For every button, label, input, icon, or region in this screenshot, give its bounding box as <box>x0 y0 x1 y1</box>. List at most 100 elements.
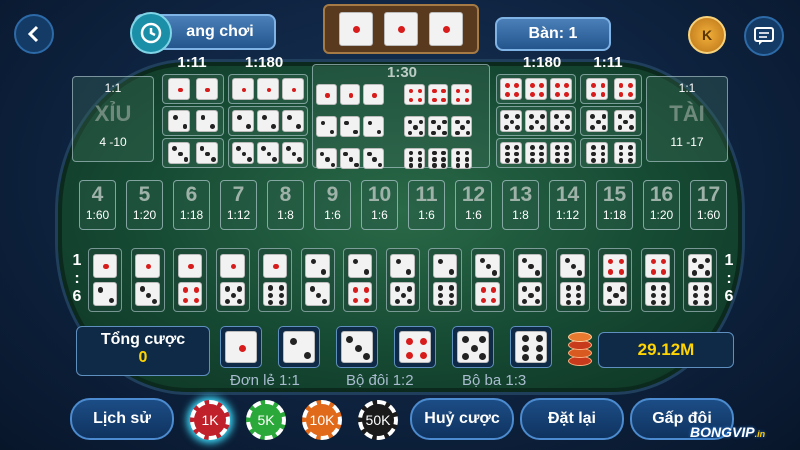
single-bet-2[interactable] <box>278 326 320 368</box>
chat-button[interactable] <box>744 16 784 56</box>
total-bet-11[interactable]: 11 1:6 <box>408 180 445 230</box>
chip-50k[interactable]: 50K <box>358 400 398 440</box>
triple-bet-3[interactable] <box>228 138 308 168</box>
result-dice-panel <box>323 4 479 54</box>
pair-bet-1[interactable] <box>162 74 224 104</box>
odds-triple-right: 1:180 <box>522 54 562 71</box>
die-face-4 <box>404 84 425 105</box>
combination-bet-2-4[interactable] <box>343 248 377 312</box>
odds-pair-right: 1:11 <box>593 54 623 71</box>
tai-label: TÀI <box>669 101 705 126</box>
pair-bet-4[interactable] <box>580 74 642 104</box>
chip-10k[interactable]: 10K <box>302 400 342 440</box>
total-bet-5[interactable]: 5 1:20 <box>126 180 163 230</box>
die-face-2 <box>282 330 316 364</box>
total-bet-17[interactable]: 17 1:60 <box>690 180 727 230</box>
chip-1k[interactable]: 1K <box>190 400 230 440</box>
any-triple-row <box>316 116 385 137</box>
total-bet-10[interactable]: 10 1:6 <box>361 180 398 230</box>
coin-k-icon[interactable]: K <box>688 16 726 54</box>
reset-button[interactable]: Đặt lại <box>520 398 624 440</box>
combination-bet-1-3[interactable] <box>130 248 165 312</box>
die-face-2 <box>282 110 304 132</box>
die-face-4 <box>451 84 473 105</box>
total-bet-7[interactable]: 7 1:12 <box>220 180 257 230</box>
chip-label: 1K <box>201 412 219 428</box>
combination-bet-1-6[interactable] <box>258 248 292 312</box>
combination-bet-3-4[interactable] <box>470 248 505 312</box>
die-face-4 <box>613 78 636 100</box>
pair-bet-6[interactable] <box>580 138 642 168</box>
combination-bet-1-5[interactable] <box>215 248 250 312</box>
die-face-2 <box>363 116 385 137</box>
die-face-3 <box>135 282 160 307</box>
total-bet-8[interactable]: 8 1:8 <box>267 180 304 230</box>
die-face-1 <box>257 78 279 100</box>
combination-bet-5-6[interactable] <box>683 248 717 312</box>
combination-bet-2-5[interactable] <box>385 248 420 312</box>
xiu-bet-area[interactable]: 1:1 XỈU 4 -10 <box>72 76 154 162</box>
single-bet-4[interactable] <box>394 326 436 368</box>
chip-5k[interactable]: 5K <box>246 400 286 440</box>
combination-bet-4-5[interactable] <box>598 248 632 312</box>
any-triple-row <box>404 148 473 169</box>
die-face-3 <box>305 282 330 307</box>
die-face-2 <box>257 110 279 132</box>
die-face-6 <box>645 282 670 307</box>
die-face-6 <box>560 282 585 307</box>
cancel-bet-button[interactable]: Huỷ cược <box>410 398 514 440</box>
pair-bet-2[interactable] <box>162 106 224 136</box>
pair-bet-5[interactable] <box>580 106 642 136</box>
single-bet-1[interactable] <box>220 326 262 368</box>
total-bet-15[interactable]: 15 1:18 <box>596 180 633 230</box>
die-face-4 <box>427 84 449 105</box>
die-face-1 <box>316 84 337 105</box>
back-button[interactable] <box>14 14 54 54</box>
die-face-5 <box>220 282 245 307</box>
history-log-button[interactable]: Lịch sử <box>70 398 174 440</box>
odds-triple-left: 1:180 <box>244 54 284 71</box>
chip-label: 5K <box>257 412 275 428</box>
total-bet-12[interactable]: 12 1:6 <box>455 180 492 230</box>
total-odds: 1:60 <box>696 208 721 222</box>
cancel-bet-label: Huỷ cược <box>424 410 500 427</box>
triple-bet-5[interactable] <box>496 106 576 136</box>
triple-bet-2[interactable] <box>228 106 308 136</box>
combination-bet-4-6[interactable] <box>640 248 675 312</box>
die-face-6 <box>451 148 473 169</box>
total-bet-6[interactable]: 6 1:18 <box>173 180 210 230</box>
total-bet-4[interactable]: 4 1:60 <box>79 180 116 230</box>
any-triple-row <box>316 84 385 105</box>
single-bet-3[interactable] <box>336 326 378 368</box>
tai-range: 11 -17 <box>670 135 704 149</box>
triple-bet-1[interactable] <box>228 74 308 104</box>
history-button[interactable] <box>130 12 172 54</box>
total-number: 15 <box>602 183 627 206</box>
room-label: ang chơi <box>186 23 254 40</box>
combo-odds-right-1: 1 <box>724 252 734 269</box>
combination-bet-1-2[interactable] <box>88 248 122 312</box>
die-face-4 <box>398 330 432 364</box>
total-bet-16[interactable]: 16 1:20 <box>643 180 680 230</box>
single-bet-6[interactable] <box>510 326 552 368</box>
pair-bet-3[interactable] <box>162 138 224 168</box>
total-bet-13[interactable]: 13 1:8 <box>502 180 539 230</box>
total-number: 13 <box>508 183 533 206</box>
combo-odds-right: 1:6 <box>722 252 736 306</box>
tai-bet-area[interactable]: 1:1 TÀI 11 -17 <box>646 76 728 162</box>
total-odds: 1:60 <box>85 208 110 222</box>
triple-bet-4[interactable] <box>496 74 576 104</box>
combo-odds-left: 1:6 <box>70 252 84 306</box>
total-bet-14[interactable]: 14 1:12 <box>549 180 586 230</box>
single-bet-5[interactable] <box>452 326 494 368</box>
total-bet-9[interactable]: 9 1:6 <box>314 180 351 230</box>
die-face-5 <box>451 116 473 137</box>
combination-bet-3-6[interactable] <box>555 248 590 312</box>
combination-bet-2-6[interactable] <box>428 248 462 312</box>
combination-bet-3-5[interactable] <box>513 248 547 312</box>
triple-bet-6[interactable] <box>496 138 576 168</box>
combination-bet-1-4[interactable] <box>173 248 207 312</box>
combination-bet-2-3[interactable] <box>300 248 335 312</box>
total-number: 10 <box>367 183 392 206</box>
die-face-3 <box>316 148 337 169</box>
